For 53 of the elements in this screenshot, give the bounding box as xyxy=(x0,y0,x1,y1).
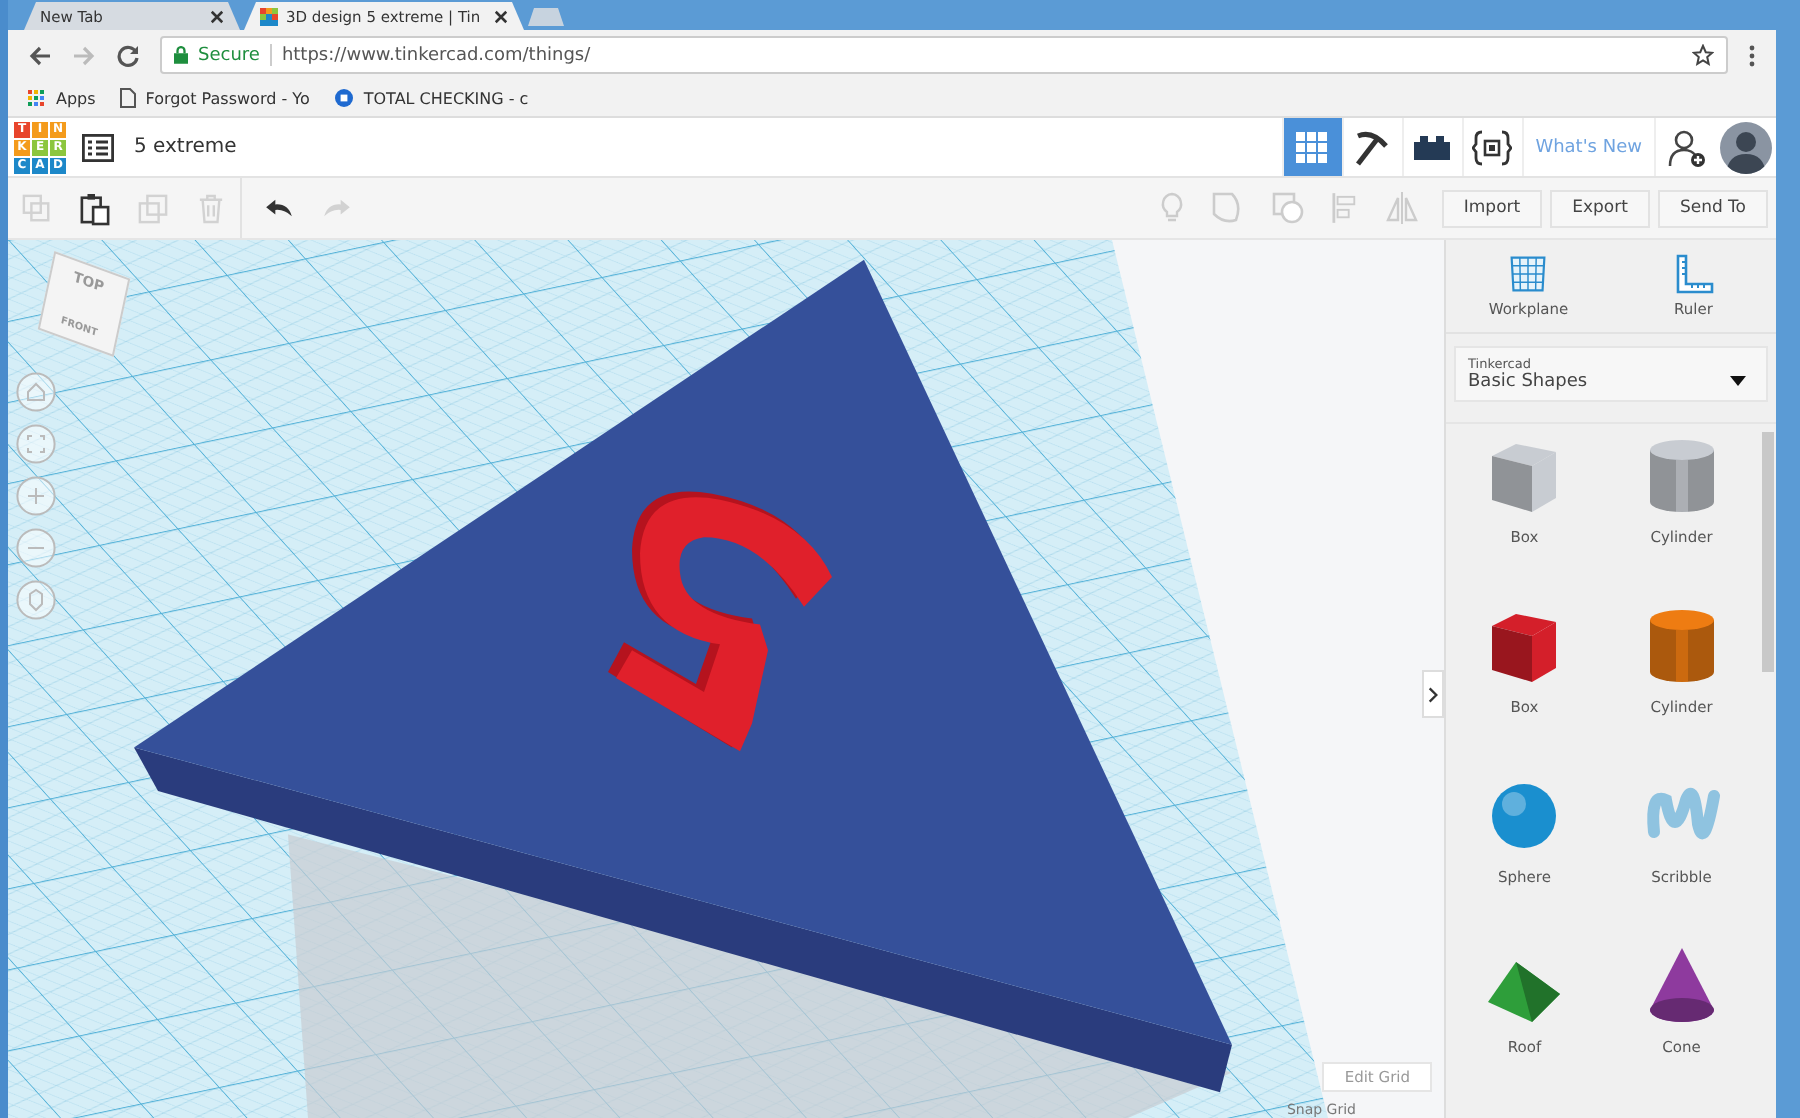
pickaxe-icon xyxy=(1352,127,1393,167)
avatar[interactable] xyxy=(1720,121,1772,173)
mirror-icon[interactable] xyxy=(1385,192,1418,224)
clipboard-icon xyxy=(80,191,110,225)
add-user-icon[interactable] xyxy=(1668,127,1708,167)
undo-icon xyxy=(264,197,294,219)
star-icon[interactable] xyxy=(1692,44,1714,66)
apps-grid-icon xyxy=(28,89,46,107)
grid-icon xyxy=(1296,131,1329,163)
close-icon[interactable] xyxy=(494,9,508,23)
new-tab-button[interactable] xyxy=(528,8,564,26)
ruler-icon xyxy=(1673,254,1714,294)
toolbar-button[interactable]: Export xyxy=(1550,189,1650,227)
menu-icon[interactable] xyxy=(1748,43,1756,67)
numeral-solid[interactable] xyxy=(608,491,832,752)
align-icon[interactable] xyxy=(1331,192,1358,224)
lock-icon xyxy=(174,46,188,64)
orbit-icon[interactable] xyxy=(16,580,56,620)
bookmark-link[interactable]: TOTAL CHECKING - c xyxy=(333,88,529,108)
caret-icon xyxy=(1730,376,1746,386)
home-icon[interactable] xyxy=(16,372,56,412)
back-icon[interactable] xyxy=(28,43,52,67)
close-icon[interactable] xyxy=(210,9,224,23)
toolbar-button[interactable]: Import xyxy=(1441,189,1543,227)
secure-label: Secure xyxy=(198,45,260,65)
toolbar-button[interactable]: Send To xyxy=(1657,189,1768,227)
list-icon[interactable] xyxy=(82,133,114,161)
favicon-icon xyxy=(260,7,278,25)
zoom-out-icon[interactable] xyxy=(16,528,56,568)
lightbulb-icon[interactable] xyxy=(1159,192,1184,224)
trash-icon xyxy=(198,193,224,223)
zoom-in-icon[interactable] xyxy=(16,476,56,516)
copy-icon xyxy=(22,193,52,223)
chevron-icon xyxy=(1428,685,1438,703)
octagon-logo-icon xyxy=(333,88,354,108)
grid-plane-icon xyxy=(1508,254,1549,294)
shape-icon[interactable] xyxy=(1211,192,1244,224)
url-text: https://www.tinkercad.com/things/ xyxy=(281,45,591,65)
bookmark-link[interactable]: Forgot Password - Yo xyxy=(119,88,310,108)
brick-icon xyxy=(1414,135,1451,159)
redo-icon xyxy=(322,197,352,219)
code-blocks-icon xyxy=(1472,129,1513,165)
duplicate-icon xyxy=(138,193,168,223)
square-circle-icon[interactable] xyxy=(1271,192,1304,224)
reload-icon[interactable] xyxy=(116,43,140,67)
design-name[interactable]: 5 extreme xyxy=(134,136,237,158)
page-icon xyxy=(119,88,136,108)
address-bar[interactable]: Secure https://www.tinkercad.com/things/ xyxy=(160,36,1728,74)
collapse-panel-button[interactable] xyxy=(1422,670,1444,718)
bookmark-link[interactable]: Apps xyxy=(28,89,96,107)
fit-view-icon[interactable] xyxy=(16,424,56,464)
triangle-solid[interactable] xyxy=(134,259,1232,1093)
forward-icon[interactable] xyxy=(72,43,96,67)
